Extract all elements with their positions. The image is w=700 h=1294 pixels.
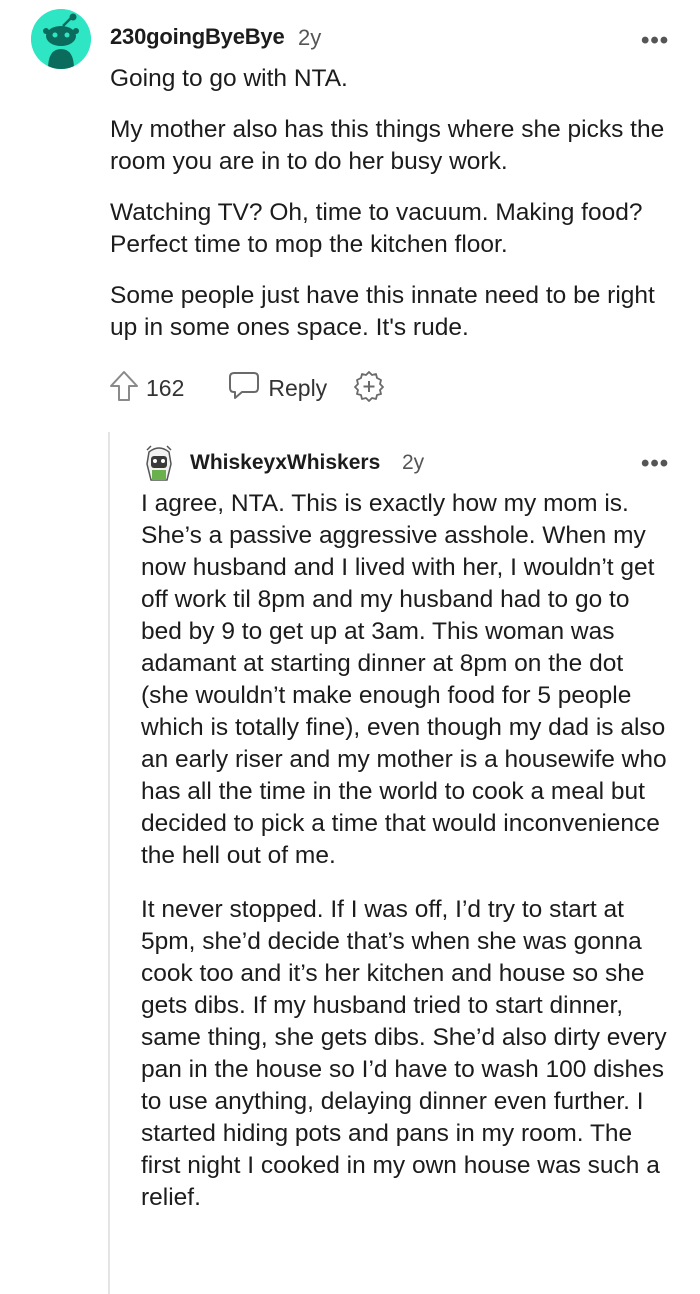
reply-button[interactable]: Reply <box>228 370 327 406</box>
user-avatar-icon[interactable] <box>141 444 177 484</box>
award-plus-icon[interactable] <box>353 370 385 407</box>
reply-paragraph: I agree, NTA. This is exactly how my mom… <box>141 490 667 869</box>
comment-actions: 162 Reply <box>108 370 385 406</box>
reply-username[interactable]: WhiskeyxWhiskers <box>190 451 380 475</box>
reply-body: I agree, NTA. This is exactly how my mom… <box>141 488 676 1233</box>
thread-line[interactable] <box>108 432 110 1294</box>
comment-paragraph: Going to go with NTA. <box>110 65 348 92</box>
comment-paragraph: My mother also has this things where she… <box>110 116 665 175</box>
more-options-icon[interactable]: ••• <box>641 29 669 53</box>
reply-label: Reply <box>268 374 328 401</box>
comment-body: Going to go with NTA. My mother also has… <box>110 63 680 363</box>
comment-paragraph: Watching TV? Oh, time to vacuum. Making … <box>110 199 643 258</box>
vote-count: 162 <box>146 374 185 401</box>
reply-paragraph: It never stopped. If I was off, I’d try … <box>141 896 667 1211</box>
comment-paragraph: Some people just have this innate need t… <box>110 282 655 341</box>
upvote-arrow-icon[interactable] <box>108 369 140 408</box>
comment-age: 2y <box>298 25 322 50</box>
reply-bubble-icon <box>228 370 260 406</box>
comment-username[interactable]: 230goingByeBye <box>110 24 285 50</box>
reply-age: 2y <box>402 451 425 474</box>
snoo-avatar-icon[interactable] <box>31 9 91 69</box>
more-options-icon[interactable]: ••• <box>641 452 669 476</box>
